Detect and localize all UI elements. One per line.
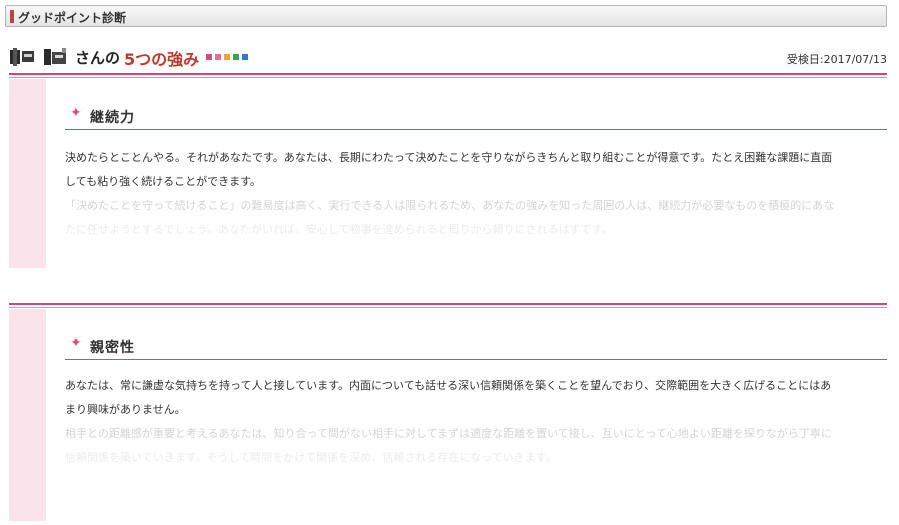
- section-side-band: [9, 309, 46, 521]
- exam-date: 受検日:2017/07/13: [786, 53, 887, 66]
- section-title-text: 親密性: [90, 340, 135, 356]
- color-square: [233, 54, 239, 60]
- section-title: ✦ 継続力: [65, 104, 887, 130]
- color-square: [224, 54, 230, 60]
- section-body: 決めたらとことんやる。それがあなたです。あなたは、長期にわたって決めたことを守り…: [65, 146, 857, 242]
- result-header: さんの 5つの強み 受検日:2017/07/13: [0, 40, 899, 74]
- section-divider: [9, 303, 887, 308]
- body-line: たに任せようとするでしょう。あなたがいれば、安心して物事を進められると周りから頼…: [65, 223, 613, 236]
- result-title: 5つの強み: [124, 50, 200, 69]
- section-body: あなたは、常に謙虚な気持ちを持って人と接しています。内面についても話せる深い信頼…: [65, 374, 857, 470]
- body-line: 決めたらとことんやる。それがあなたです。あなたは、長期にわたって決めたことを守り…: [65, 151, 833, 164]
- tab-marker: [10, 10, 14, 23]
- section-side-band: [9, 79, 46, 268]
- sparkle-icon: ✦: [70, 335, 82, 351]
- page-tab-title: グッドポイント診断: [18, 11, 127, 25]
- body-line: しても粘り強く続けることができます。: [65, 175, 262, 188]
- body-line: あなたは、常に謙虚な気持ちを持って人と接しています。内面についても話せる深い信頼…: [65, 379, 832, 392]
- color-square: [242, 54, 248, 60]
- name-suffix: さんの: [75, 49, 121, 67]
- sparkle-icon: ✦: [70, 105, 82, 121]
- section-title: ✦ 親密性: [65, 334, 887, 360]
- strength-section: ✦ 親密性 あなたは、常に謙虚な気持ちを持って人と接しています。内面についても話…: [9, 309, 887, 521]
- body-line: まり興味がありません。: [65, 403, 186, 416]
- body-line: 相手との距離感が重要と考えるあなたは、知り合って間がない相手に対してまずは適度な…: [65, 427, 832, 440]
- strength-color-squares: [206, 54, 251, 61]
- section-title-text: 継続力: [90, 110, 135, 126]
- strength-section: ✦ 継続力 決めたらとことんやる。それがあなたです。あなたは、長期にわたって決め…: [9, 79, 887, 269]
- user-name-mosaic: [10, 48, 70, 66]
- header-divider: [9, 73, 887, 78]
- page-tab-bar: グッドポイント診断: [5, 5, 887, 27]
- body-line: 「決めたことを守って続けること」の難易度は高く、実行できる人は限られるため、あな…: [65, 199, 835, 212]
- color-square: [206, 54, 212, 60]
- body-line: 信頼関係を築いていきます。そうして時間をかけて関係を深め、信頼される存在になって…: [65, 451, 557, 464]
- color-square: [215, 54, 221, 60]
